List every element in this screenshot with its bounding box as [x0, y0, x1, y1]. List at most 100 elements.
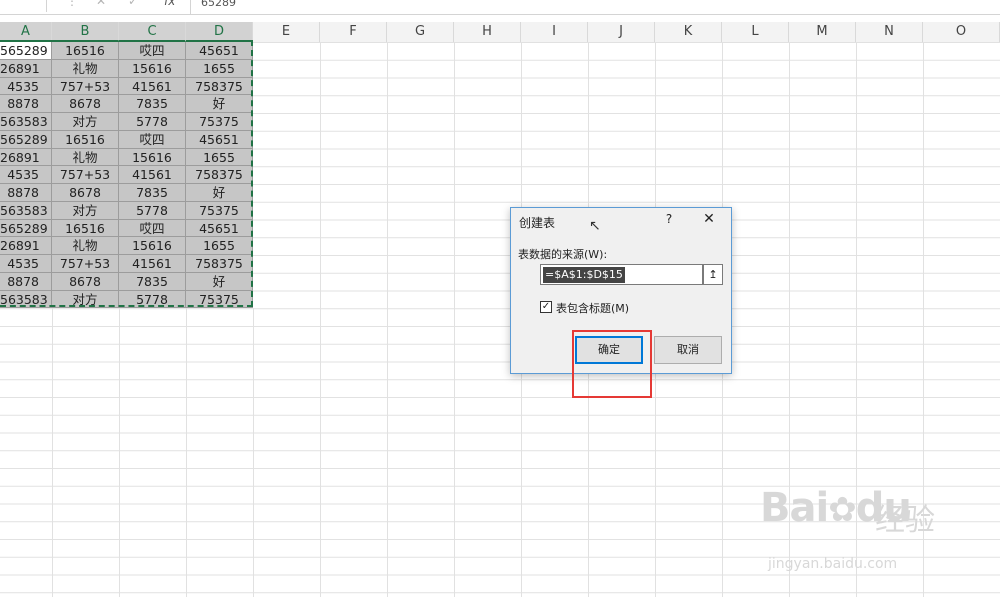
table-cell[interactable]: 75375 [186, 201, 253, 220]
table-cell[interactable]: 15616 [119, 148, 186, 167]
table-cell[interactable]: 5778 [119, 290, 186, 309]
has-headers-label[interactable]: 表包含标题(M) [556, 300, 629, 316]
table-cell[interactable]: 8878 [0, 95, 52, 113]
table-cell[interactable]: 26891 [0, 237, 52, 255]
column-header-i[interactable]: I [521, 22, 588, 42]
table-cell[interactable]: 41561 [119, 77, 186, 96]
table-cell[interactable]: 565289 [0, 130, 52, 149]
confirm-edit-icon[interactable]: ✓ [128, 0, 138, 8]
menu-dots-icon[interactable]: ⋮ [66, 0, 78, 8]
table-cell[interactable]: 5778 [119, 113, 186, 131]
table-cell[interactable]: 好 [186, 184, 253, 202]
column-header-j[interactable]: J [588, 22, 655, 42]
column-header-o[interactable]: O [923, 22, 1000, 42]
column-header-e[interactable]: E [253, 22, 320, 42]
table-cell[interactable]: 758375 [186, 166, 253, 184]
column-header-m[interactable]: M [789, 22, 856, 42]
table-cell[interactable]: 哎四 [119, 130, 186, 149]
table-cell[interactable]: 16516 [52, 130, 119, 149]
collapse-dialog-icon[interactable]: ↥ [703, 264, 723, 285]
watermark-brand-cn: 经验 [875, 503, 935, 538]
table-cell[interactable]: 8878 [0, 184, 52, 202]
table-cell[interactable]: 8678 [52, 95, 119, 113]
table-cell[interactable]: 4535 [0, 255, 52, 273]
close-button[interactable]: ✕ [700, 211, 718, 229]
table-cell[interactable]: 565289 [0, 42, 52, 60]
table-cell[interactable]: 758375 [186, 77, 253, 96]
cancel-button[interactable]: 取消 [654, 336, 722, 364]
column-header-f[interactable]: F [320, 22, 387, 42]
table-cell[interactable]: 26891 [0, 148, 52, 167]
table-cell[interactable]: 26891 [0, 59, 52, 78]
table-cell[interactable]: 8878 [0, 272, 52, 291]
table-cell[interactable]: 41561 [119, 255, 186, 273]
table-cell[interactable]: 41561 [119, 166, 186, 184]
table-cell[interactable]: 757+53 [52, 255, 119, 273]
source-range-value: =$A$1:$D$15 [543, 267, 625, 283]
table-cell[interactable]: 7835 [119, 184, 186, 202]
gridline [454, 42, 455, 597]
watermark-url: jingyan.baidu.com [768, 556, 898, 572]
cancel-edit-icon[interactable]: ✕ [96, 0, 106, 8]
column-header-b[interactable]: B [52, 22, 119, 42]
gridline [52, 308, 53, 597]
table-cell[interactable]: 45651 [186, 130, 253, 149]
table-cell[interactable]: 4535 [0, 166, 52, 184]
table-cell[interactable]: 4535 [0, 77, 52, 96]
gridline [320, 42, 321, 597]
table-cell[interactable]: 对方 [52, 290, 119, 309]
column-header-a[interactable]: A [0, 22, 52, 42]
table-cell[interactable]: 8678 [52, 272, 119, 291]
selected-range[interactable]: 565289 16516 哎四 45651 26891 礼物 15616 1655 4535 75… [0, 42, 253, 309]
table-cell[interactable]: 5778 [119, 201, 186, 220]
table-cell[interactable]: 758375 [186, 255, 253, 273]
source-label: 表数据的来源(W): [518, 248, 608, 261]
table-cell[interactable]: 礼物 [52, 148, 119, 167]
column-header-d[interactable]: D [186, 22, 253, 42]
table-cell[interactable]: 礼物 [52, 237, 119, 255]
table-cell[interactable]: 1655 [186, 59, 253, 78]
table-cell[interactable]: 563583 [0, 201, 52, 220]
column-header-c[interactable]: C [119, 22, 186, 42]
table-cell[interactable]: 哎四 [119, 42, 186, 60]
table-cell[interactable]: 563583 [0, 113, 52, 131]
table-cell[interactable]: 45651 [186, 219, 253, 238]
table-cell[interactable]: 7835 [119, 272, 186, 291]
table-cell[interactable]: 757+53 [52, 166, 119, 184]
table-cell[interactable]: 563583 [0, 290, 52, 309]
has-headers-checkbox[interactable]: ✓ [540, 301, 552, 313]
table-cell[interactable]: 7835 [119, 95, 186, 113]
table-cell[interactable]: 45651 [186, 42, 253, 60]
insert-function-icon[interactable]: fx [164, 0, 175, 8]
table-cell[interactable]: 16516 [52, 42, 119, 60]
ok-button[interactable]: 确定 [575, 336, 643, 364]
column-header-n[interactable]: N [856, 22, 923, 42]
table-cell[interactable]: 对方 [52, 201, 119, 220]
table-cell[interactable]: 75375 [186, 113, 253, 131]
table-cell[interactable]: 15616 [119, 59, 186, 78]
table-cell[interactable]: 礼物 [52, 59, 119, 78]
column-header-g[interactable]: G [387, 22, 454, 42]
table-cell[interactable]: 1655 [186, 148, 253, 167]
name-box[interactable] [0, 0, 47, 12]
gridline [186, 308, 187, 597]
gridline [387, 42, 388, 597]
column-header-h[interactable]: H [454, 22, 521, 42]
table-cell[interactable]: 好 [186, 95, 253, 113]
table-cell[interactable]: 8678 [52, 184, 119, 202]
table-cell[interactable]: 757+53 [52, 77, 119, 96]
column-header-k[interactable]: K [655, 22, 722, 42]
help-button[interactable]: ? [661, 212, 677, 228]
table-cell[interactable]: 1655 [186, 237, 253, 255]
table-cell[interactable]: 565289 [0, 219, 52, 238]
table-cell[interactable]: 对方 [52, 113, 119, 131]
table-cell[interactable]: 16516 [52, 219, 119, 238]
formula-input[interactable]: 65289 [190, 0, 1000, 14]
column-header-l[interactable]: L [722, 22, 789, 42]
mouse-cursor-icon: ↖ [589, 218, 601, 234]
table-cell[interactable]: 15616 [119, 237, 186, 255]
table-cell[interactable]: 75375 [186, 290, 253, 309]
table-cell[interactable]: 好 [186, 272, 253, 291]
source-range-input[interactable]: =$A$1:$D$15 [540, 264, 703, 285]
table-cell[interactable]: 哎四 [119, 219, 186, 238]
